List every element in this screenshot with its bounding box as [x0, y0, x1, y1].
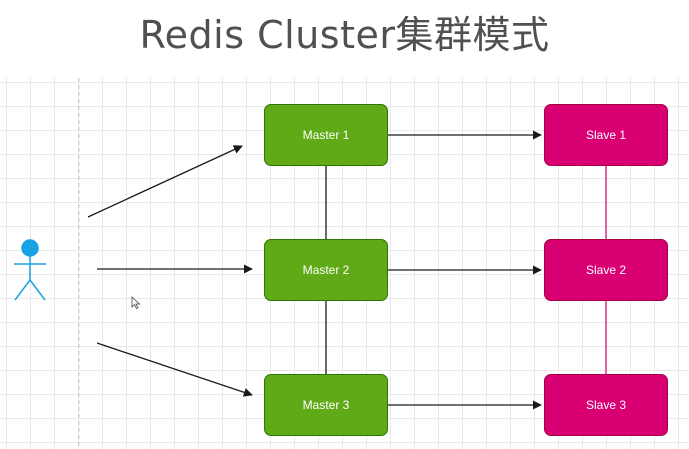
arrow-client-master1 [87, 145, 243, 218]
master-node-2[interactable]: Master 2 [264, 239, 388, 301]
master-node-2-label: Master 2 [302, 263, 350, 277]
slave-node-2[interactable]: Slave 2 [544, 239, 668, 301]
diagram-title: Redis Cluster集群模式 [139, 13, 550, 57]
actor-icon [14, 239, 46, 301]
master-node-3[interactable]: Master 3 [264, 374, 388, 436]
master-node-1-label: Master 1 [302, 128, 350, 142]
diagram-page: Redis Cluster集群模式 Master 1 Master 2 Mast… [0, 0, 689, 449]
arrow-client-master3 [96, 342, 253, 397]
slave-node-3[interactable]: Slave 3 [544, 374, 668, 436]
slave-node-1[interactable]: Slave 1 [544, 104, 668, 166]
mouse-pointer-icon [131, 296, 141, 310]
slave-node-3-label: Slave 3 [585, 398, 627, 412]
slave-node-2-label: Slave 2 [585, 263, 627, 277]
master-node-3-label: Master 3 [302, 398, 350, 412]
master-node-1[interactable]: Master 1 [264, 104, 388, 166]
slave-node-1-label: Slave 1 [585, 128, 627, 142]
diagram-canvas: Master 1 Master 2 Master 3 Slave 1 Slave… [0, 78, 689, 449]
